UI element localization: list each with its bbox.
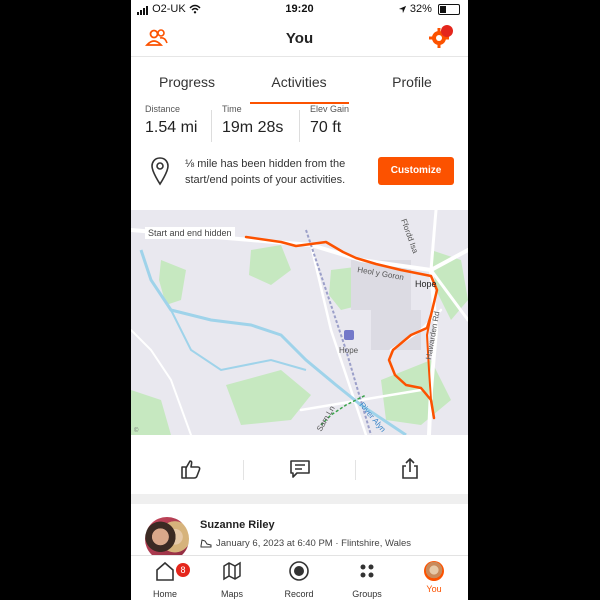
map-attribution: ©	[134, 427, 139, 434]
activity-actions	[131, 445, 468, 495]
nav-label: Record	[284, 589, 314, 599]
stat-value: 70 ft	[310, 119, 342, 136]
tab-profile[interactable]: Profile	[356, 74, 468, 90]
customize-button[interactable]: Customize	[378, 157, 454, 185]
location-arrow-icon	[398, 5, 406, 13]
athlete-row[interactable]: Suzanne Riley January 6, 2023 at 6:40 PM…	[131, 507, 468, 561]
like-icon[interactable]	[179, 457, 203, 481]
feed-separator	[131, 494, 468, 504]
home-icon	[156, 561, 174, 581]
activity-meta: January 6, 2023 at 6:40 PM · Flintshire,…	[200, 538, 411, 549]
tab-bar: Progress Activities Profile	[131, 68, 468, 104]
shoe-icon	[200, 539, 212, 548]
nav-label: Maps	[220, 589, 243, 599]
map-canvas: Hope Hope Heol y Goron River Alyn Sarn L…	[131, 208, 468, 437]
divider	[243, 460, 244, 480]
avatar	[424, 561, 444, 581]
battery-percent: 32%	[409, 3, 432, 15]
tab-activities[interactable]: Activities	[243, 74, 355, 90]
bottom-nav: Home 8 Maps Record Groups You	[131, 555, 468, 600]
tab-progress[interactable]: Progress	[131, 74, 243, 90]
divider	[355, 460, 356, 480]
stat-value: 19m 28s	[222, 119, 284, 136]
route-map[interactable]: Hope Hope Heol y Goron River Alyn Sarn L…	[131, 208, 468, 437]
nav-label: Groups	[352, 589, 382, 599]
battery-icon	[438, 3, 460, 15]
start-end-hidden-label: Start and end hidden	[145, 227, 235, 239]
nav-label: You	[426, 584, 442, 594]
groups-icon	[360, 564, 374, 578]
nav-groups[interactable]: Groups	[337, 560, 397, 599]
nav-maps[interactable]: Maps	[202, 560, 262, 599]
map-label-hope-village: Hope	[415, 279, 437, 289]
app-header: You	[131, 22, 468, 57]
activity-meta-text: January 6, 2023 at 6:40 PM · Flintshire,…	[216, 538, 412, 549]
stat-label: Elev Gain	[310, 104, 350, 114]
map-label-hope-station: Hope	[339, 346, 359, 355]
record-icon	[289, 561, 309, 581]
divider	[299, 110, 300, 142]
divider	[211, 110, 212, 142]
map-pin-icon	[151, 157, 169, 186]
stat-distance: Distance 1.54 mi	[145, 104, 197, 137]
station-icon	[344, 330, 354, 340]
stat-time: Time 19m 28s	[222, 104, 283, 137]
stat-label: Time	[222, 104, 242, 114]
activity-stats: Distance 1.54 mi Time 19m 28s Elev Gain …	[131, 104, 468, 146]
privacy-text: ⅛ mile has been hidden from the start/en…	[185, 158, 346, 186]
nav-home[interactable]: Home 8	[135, 560, 195, 599]
notification-badge: 8	[176, 563, 190, 577]
stat-label: Distance	[145, 104, 181, 114]
maps-icon	[223, 561, 241, 581]
nav-label: Home	[152, 589, 177, 599]
notification-dot	[441, 25, 453, 37]
page-title: You	[285, 30, 314, 47]
athlete-name[interactable]: Suzanne Riley	[200, 519, 275, 531]
phone-screen: O2-UK 19:20 32% You Progress Activities …	[131, 0, 468, 600]
comment-icon[interactable]	[288, 457, 312, 481]
nav-you[interactable]: You	[404, 560, 464, 594]
status-bar: O2-UK 19:20 32%	[131, 0, 468, 18]
stat-elev-gain: Elev Gain 70 ft	[310, 104, 349, 137]
nav-record[interactable]: Record	[269, 560, 329, 599]
share-icon[interactable]	[398, 457, 422, 481]
stat-value: 1.54 mi	[145, 119, 198, 136]
privacy-notice: ⅛ mile has been hidden from the start/en…	[131, 150, 468, 194]
